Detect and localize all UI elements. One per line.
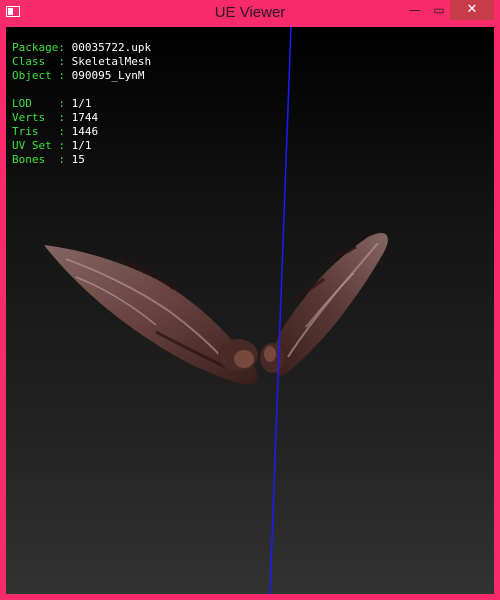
info-label: Tris :: [12, 125, 65, 138]
info-value: SkeletalMesh: [71, 55, 152, 68]
info-label: Verts :: [12, 111, 65, 124]
info-verts-row: Verts : 1744: [12, 111, 151, 125]
title-bar[interactable]: UE Viewer — ▭ ✕: [0, 0, 500, 27]
info-label: Bones :: [12, 153, 65, 166]
info-class-row: Class : SkeletalMesh: [12, 55, 151, 69]
info-uvset-row: UV Set : 1/1: [12, 139, 151, 153]
minimize-icon: —: [409, 3, 421, 17]
minimize-button[interactable]: —: [402, 0, 428, 20]
info-value: 15: [71, 153, 85, 166]
info-label: Package:: [12, 41, 65, 54]
close-icon: ✕: [466, 2, 478, 17]
mesh-info-panel: Package: 00035722.upk Class : SkeletalMe…: [12, 41, 151, 167]
close-button[interactable]: ✕: [450, 0, 494, 20]
info-label: Class :: [12, 55, 65, 68]
info-label: UV Set :: [12, 139, 65, 152]
info-label: Object :: [12, 69, 65, 82]
info-label: LOD :: [12, 97, 65, 110]
app-window: UE Viewer — ▭ ✕ Package: 00035722.upk Cl…: [0, 0, 500, 600]
maximize-button[interactable]: ▭: [428, 0, 450, 20]
info-value: 1/1: [71, 97, 92, 110]
info-object-row: Object : 090095_LynM: [12, 69, 151, 83]
maximize-icon: ▭: [433, 3, 445, 17]
left-wing: [44, 245, 258, 385]
info-value: 1744: [71, 111, 99, 124]
info-package-row: Package: 00035722.upk: [12, 41, 151, 55]
info-value: 00035722.upk: [71, 41, 152, 54]
info-value: 090095_LynM: [71, 69, 145, 82]
axis-line: [269, 27, 292, 594]
info-value: 1/1: [71, 139, 92, 152]
info-value: 1446: [71, 125, 99, 138]
3d-viewport[interactable]: Package: 00035722.upk Class : SkeletalMe…: [6, 27, 494, 594]
info-bones-row: Bones : 15: [12, 153, 151, 167]
info-tris-row: Tris : 1446: [12, 125, 151, 139]
info-lod-row: LOD : 1/1: [12, 97, 151, 111]
